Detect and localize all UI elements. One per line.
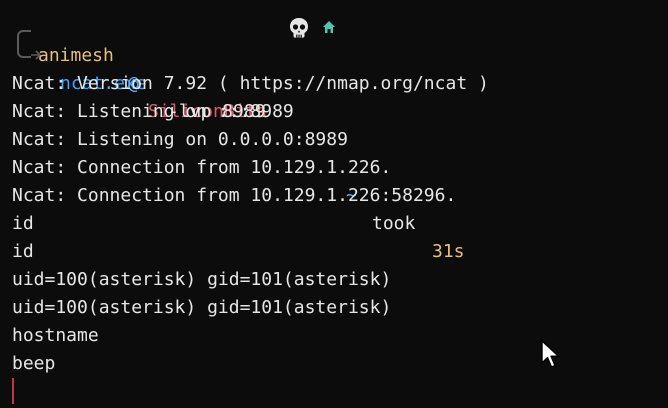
output-line: id [12,213,34,234]
terminal-output: Ncat: Version 7.92 ( https://nmap.org/nc… [12,70,489,378]
output-line: Ncat: Connection from 10.129.1.226. [12,157,392,178]
output-line: hostname [12,325,99,346]
output-line: uid=100(asterisk) gid=101(asterisk) [12,269,392,290]
output-line: beep [12,353,56,374]
output-line: Ncat: Version 7.92 ( https://nmap.org/nc… [12,73,489,94]
prompt-user: animesh [38,45,114,66]
output-line: uid=100(asterisk) gid=101(asterisk) [12,297,392,318]
terminal-window[interactable]: animesh @ SiliconBits ~ took 31s ncat.ex… [0,0,668,408]
output-line: Ncat: Listening on 0.0.0.0:8989 [12,129,348,150]
text-cursor [12,378,14,404]
output-line: Ncat: Connection from 10.129.1.226:58296… [12,185,457,206]
mouse-pointer-icon [541,340,560,368]
skull-icon [290,18,308,38]
output-line: Ncat: Listening on :::8989 [12,101,294,122]
output-line: id [12,241,34,262]
prompt-line: animesh @ SiliconBits ~ took 31s [0,14,465,262]
home-icon [323,21,335,33]
command-line: ncat.exe -lvp 8989 [0,42,266,122]
